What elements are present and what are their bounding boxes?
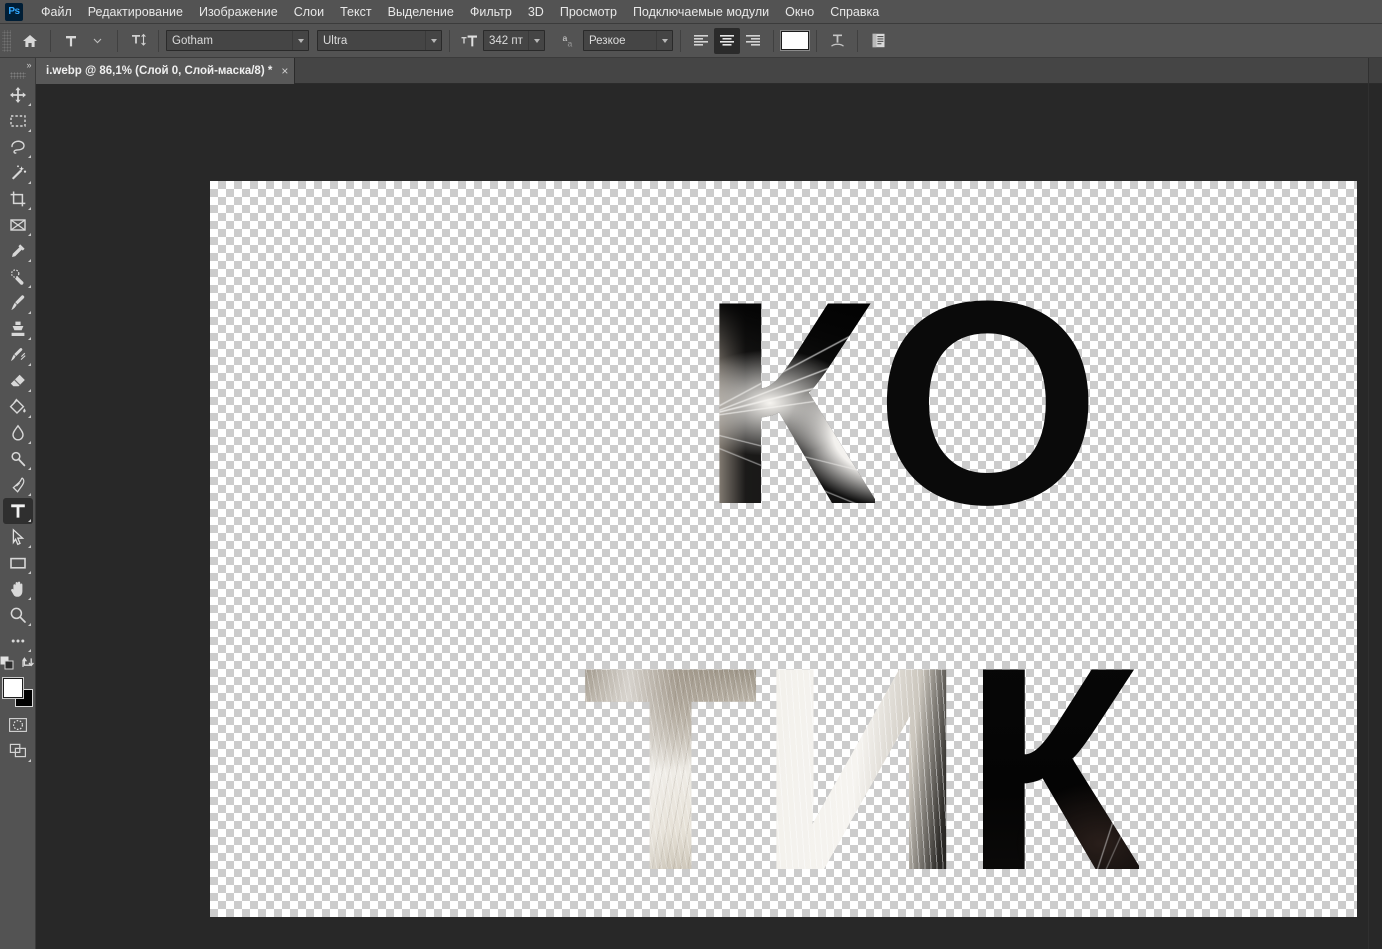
font-family-value: Gotham xyxy=(172,34,213,47)
menu-bar: Ps Файл Редактирование Изображение Слои … xyxy=(0,0,1382,24)
text-orientation-icon[interactable] xyxy=(125,28,151,54)
paint-bucket-tool[interactable] xyxy=(3,394,33,420)
artwork-letter: К xyxy=(700,241,876,565)
zoom-tool[interactable] xyxy=(3,602,33,628)
menu-item-file[interactable]: Файл xyxy=(33,2,80,22)
history-brush-tool[interactable] xyxy=(3,342,33,368)
pen-tool[interactable] xyxy=(3,472,33,498)
font-style-value: Ultra xyxy=(323,34,348,47)
quick-mask-icon[interactable] xyxy=(3,712,33,738)
menu-item-layers[interactable]: Слои xyxy=(286,2,332,22)
close-icon[interactable]: × xyxy=(281,65,288,77)
divider xyxy=(816,29,817,52)
font-size-select[interactable]: 342 пт xyxy=(483,30,545,51)
artwork-line-2: Т И К xyxy=(582,607,1139,917)
magic-wand-tool[interactable] xyxy=(3,160,33,186)
chevron-down-icon[interactable] xyxy=(528,31,544,50)
align-left-icon[interactable] xyxy=(688,28,714,54)
right-panel-edge xyxy=(1368,58,1382,949)
divider xyxy=(50,29,51,52)
type-tool[interactable] xyxy=(2,498,33,524)
menu-item-filter[interactable]: Фильтр xyxy=(462,2,520,22)
menu-item-type[interactable]: Текст xyxy=(332,2,379,22)
document-tab-bar: i.webp @ 86,1% (Слой 0, Слой-маска/8) * … xyxy=(36,58,1382,84)
rectangular-marquee-tool[interactable] xyxy=(3,108,33,134)
type-tool-icon[interactable] xyxy=(58,28,84,54)
font-size-icon xyxy=(457,28,483,54)
artwork-letter: И xyxy=(757,607,964,917)
text-color-swatch[interactable] xyxy=(780,30,810,51)
edit-toolbar-ellipsis-icon[interactable] xyxy=(3,628,33,654)
chevron-down-icon[interactable] xyxy=(84,28,110,54)
menu-item-plugins[interactable]: Подключаемые модули xyxy=(625,2,777,22)
screen-mode-icon[interactable] xyxy=(3,738,33,764)
menu-item-select[interactable]: Выделение xyxy=(380,2,462,22)
hand-tool[interactable] xyxy=(3,576,33,602)
artwork-letter: К xyxy=(963,607,1139,917)
rectangle-shape-tool[interactable] xyxy=(3,550,33,576)
options-bar: Gotham Ultra 342 пт a a Резкое xyxy=(0,24,1382,58)
clone-stamp-tool[interactable] xyxy=(3,316,33,342)
toolbar-grip[interactable] xyxy=(9,72,26,79)
foreground-color-swatch[interactable] xyxy=(1,677,24,699)
font-style-select[interactable]: Ultra xyxy=(317,30,442,51)
eyedropper-tool[interactable] xyxy=(3,238,33,264)
character-paragraph-panel-icon[interactable] xyxy=(865,28,891,54)
brush-tool[interactable] xyxy=(3,290,33,316)
dodge-tool[interactable] xyxy=(3,446,33,472)
spot-healing-brush-tool[interactable] xyxy=(3,264,33,290)
menu-item-help[interactable]: Справка xyxy=(822,2,887,22)
document-canvas[interactable]: К О Т И К xyxy=(210,181,1357,917)
default-colors-icon[interactable] xyxy=(0,656,14,675)
menu-item-view[interactable]: Просмотр xyxy=(552,2,625,22)
blur-tool[interactable] xyxy=(3,420,33,446)
tools-panel: » xyxy=(0,58,36,949)
divider xyxy=(449,29,450,52)
photoshop-window: Ps Файл Редактирование Изображение Слои … xyxy=(0,0,1382,949)
options-bar-grip[interactable] xyxy=(2,29,11,52)
anti-aliasing-select[interactable]: Резкое xyxy=(583,30,673,51)
home-icon[interactable] xyxy=(17,28,43,54)
divider xyxy=(773,29,774,52)
photoshop-logo-icon: Ps xyxy=(5,2,23,21)
lasso-tool[interactable] xyxy=(3,134,33,160)
svg-text:a: a xyxy=(567,38,572,48)
divider xyxy=(680,29,681,52)
chevron-down-icon[interactable] xyxy=(292,31,308,50)
divider xyxy=(158,29,159,52)
artwork-line-1: К О xyxy=(700,241,1099,565)
chevron-down-icon[interactable] xyxy=(656,31,672,50)
align-right-icon[interactable] xyxy=(740,28,766,54)
eraser-tool[interactable] xyxy=(3,368,33,394)
divider xyxy=(857,29,858,52)
menu-item-edit[interactable]: Редактирование xyxy=(80,2,191,22)
divider xyxy=(117,29,118,52)
document-tab[interactable]: i.webp @ 86,1% (Слой 0, Слой-маска/8) * … xyxy=(36,58,296,84)
crop-tool[interactable] xyxy=(3,186,33,212)
font-family-select[interactable]: Gotham xyxy=(166,30,309,51)
move-tool[interactable] xyxy=(3,82,33,108)
artwork-letter: Т xyxy=(582,607,758,917)
frame-tool[interactable] xyxy=(3,212,33,238)
warp-text-icon[interactable] xyxy=(824,28,850,54)
align-center-icon[interactable] xyxy=(714,27,740,54)
anti-aliasing-icon: a a xyxy=(557,28,583,54)
chevron-down-icon[interactable] xyxy=(425,31,441,50)
menu-item-window[interactable]: Окно xyxy=(777,2,822,22)
menu-item-image[interactable]: Изображение xyxy=(191,2,286,22)
swap-colors-icon[interactable] xyxy=(21,656,35,675)
canvas-workspace[interactable]: К О Т И К xyxy=(36,84,1368,949)
color-controls-row xyxy=(0,656,35,675)
artwork-letter: О xyxy=(875,241,1099,565)
expand-toolbar-icon[interactable]: » xyxy=(0,58,36,72)
foreground-background-colors[interactable] xyxy=(1,677,34,708)
font-size-value: 342 пт xyxy=(489,34,523,47)
document-tab-title: i.webp @ 86,1% (Слой 0, Слой-маска/8) * xyxy=(46,65,273,77)
right-panel-tab-cap xyxy=(1369,58,1382,84)
menu-item-3d[interactable]: 3D xyxy=(520,2,552,22)
path-selection-tool[interactable] xyxy=(3,524,33,550)
anti-aliasing-value: Резкое xyxy=(589,34,626,47)
